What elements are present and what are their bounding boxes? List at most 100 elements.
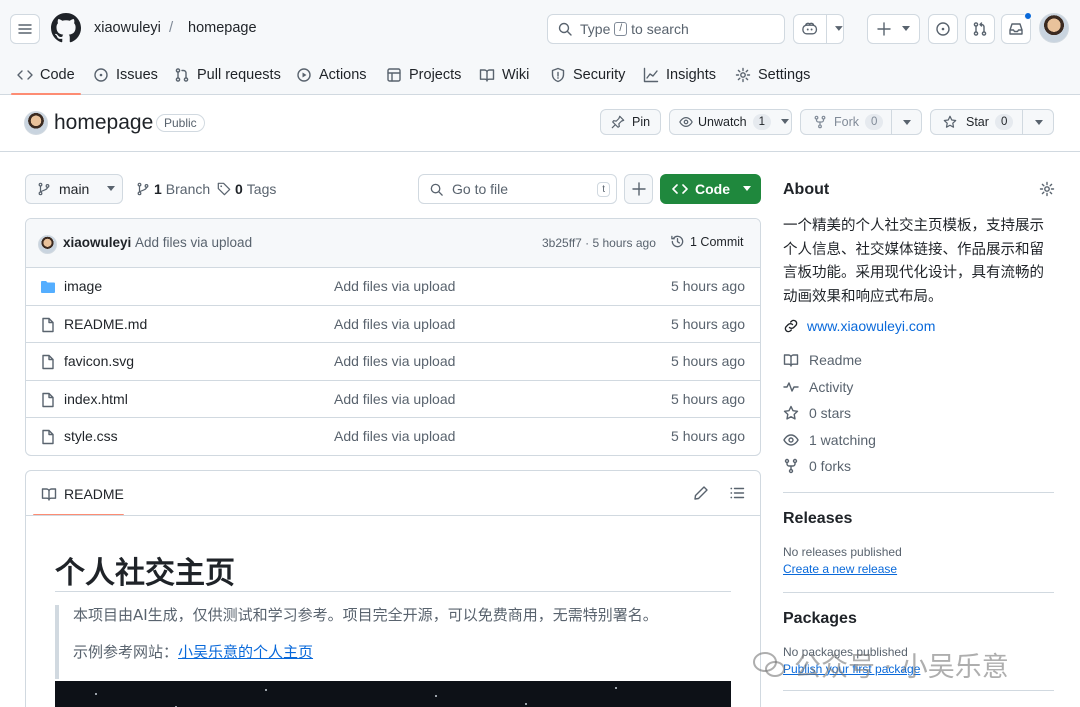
code-button-label: Code bbox=[695, 181, 730, 197]
tab-code[interactable]: Code bbox=[11, 55, 81, 95]
commits-link[interactable]: 1 Commit bbox=[670, 234, 743, 249]
pulse-icon bbox=[783, 382, 799, 392]
about-title: About bbox=[783, 181, 830, 198]
outline-button[interactable] bbox=[729, 485, 745, 501]
tab-actions-label: Actions bbox=[319, 67, 367, 83]
file-icon bbox=[42, 430, 54, 445]
create-new-button[interactable] bbox=[867, 14, 920, 44]
file-row[interactable]: index.html Add files via upload 5 hours ag… bbox=[26, 381, 760, 419]
tab-pull-requests[interactable]: Pull requests bbox=[174, 55, 281, 95]
unwatch-button[interactable]: Unwatch 1 bbox=[669, 109, 792, 135]
branch-selector[interactable]: main bbox=[25, 174, 123, 204]
tab-insights-label: Insights bbox=[666, 67, 716, 83]
plus-icon bbox=[877, 22, 891, 36]
file-icon bbox=[42, 392, 54, 407]
activity-link[interactable]: Activity bbox=[783, 379, 853, 395]
readme-link[interactable]: Readme bbox=[783, 352, 862, 368]
watermark: 公众号 · 小吴乐意 bbox=[752, 645, 1009, 684]
readme-panel: README 个人社交主页 本项目由AI生成，仅供测试和学习参考。项目完全开源，… bbox=[25, 470, 761, 707]
stars-link[interactable]: 0 stars bbox=[783, 405, 851, 421]
menu-button[interactable] bbox=[10, 14, 40, 44]
pull-requests-button[interactable] bbox=[965, 14, 995, 44]
fork-button[interactable]: Fork 0 bbox=[800, 109, 922, 135]
website-link[interactable]: www.xiaowuleyi.com bbox=[783, 318, 935, 334]
file-name[interactable]: image bbox=[64, 278, 102, 294]
file-name[interactable]: index.html bbox=[64, 391, 128, 407]
watermark-text: 公众号 · 小吴乐意 bbox=[794, 652, 1009, 683]
tab-insights[interactable]: Insights bbox=[643, 55, 716, 95]
github-logo-icon[interactable] bbox=[51, 13, 81, 43]
commit-message[interactable]: Add files via upload bbox=[135, 235, 252, 250]
issues-button[interactable] bbox=[928, 14, 958, 44]
tab-issues[interactable]: Issues bbox=[93, 55, 158, 95]
latest-commit-bar: xiaowuleyi Add files via upload 3b25ff7 … bbox=[26, 219, 760, 268]
file-row[interactable]: image Add files via upload 5 hours ago bbox=[26, 268, 760, 306]
file-row[interactable]: style.css Add files via upload 5 hours ago bbox=[26, 418, 760, 455]
commit-author[interactable]: xiaowuleyi bbox=[63, 235, 131, 250]
chevron-down-icon bbox=[903, 120, 911, 125]
file-commit-message[interactable]: Add files via upload bbox=[334, 428, 455, 444]
star-icon bbox=[943, 115, 957, 128]
create-release-link[interactable]: Create a new release bbox=[783, 562, 897, 576]
repo-forked-icon bbox=[814, 115, 826, 129]
file-name[interactable]: favicon.svg bbox=[64, 353, 134, 369]
watchers-link[interactable]: 1 watching bbox=[783, 432, 876, 448]
chevron-down-icon bbox=[743, 186, 751, 191]
tab-pull-requests-label: Pull requests bbox=[197, 67, 281, 83]
branch-count: 1 bbox=[154, 181, 162, 197]
commit-hash-time[interactable]: 3b25ff7 · 5 hours ago bbox=[542, 236, 656, 250]
file-row[interactable]: favicon.svg Add files via upload 5 hours a… bbox=[26, 343, 760, 381]
packages-title[interactable]: Packages bbox=[783, 610, 857, 628]
tab-settings[interactable]: Settings bbox=[735, 55, 810, 95]
quote-line-2: 示例参考网站：小吴乐意的个人主页 bbox=[73, 642, 731, 662]
file-commit-message[interactable]: Add files via upload bbox=[334, 353, 455, 369]
tab-wiki[interactable]: Wiki bbox=[479, 55, 529, 95]
file-row[interactable]: README.md Add files via upload 5 hours ago bbox=[26, 306, 760, 344]
code-icon bbox=[672, 184, 688, 194]
go-to-file-input[interactable]: Go to file t bbox=[418, 174, 617, 204]
copilot-button[interactable] bbox=[793, 14, 844, 44]
edit-readme-button[interactable] bbox=[693, 485, 709, 501]
tag-icon bbox=[217, 182, 231, 196]
gear-icon bbox=[735, 67, 751, 83]
visibility-badge: Public bbox=[156, 114, 205, 132]
file-icon bbox=[42, 354, 54, 370]
pin-label: Pin bbox=[632, 115, 651, 129]
forks-link[interactable]: 0 forks bbox=[783, 458, 851, 474]
edit-about-button[interactable] bbox=[1039, 181, 1055, 197]
repo-title[interactable]: homepage bbox=[54, 111, 153, 135]
tab-projects[interactable]: Projects bbox=[386, 55, 461, 95]
branch-label: Branch bbox=[165, 181, 211, 197]
add-file-button[interactable] bbox=[624, 174, 653, 204]
plus-icon bbox=[631, 182, 646, 196]
branches-link[interactable]: 1 Branch bbox=[136, 181, 210, 197]
file-commit-message[interactable]: Add files via upload bbox=[334, 391, 455, 407]
tab-security-label: Security bbox=[573, 67, 626, 83]
quote-line-2-prefix: 示例参考网站： bbox=[73, 643, 179, 661]
tags-link[interactable]: 0 Tags bbox=[217, 181, 276, 197]
repo-link[interactable]: homepage bbox=[188, 20, 257, 36]
file-name[interactable]: README.md bbox=[64, 316, 147, 332]
file-commit-message[interactable]: Add files via upload bbox=[334, 316, 455, 332]
readme-tab[interactable]: README bbox=[41, 486, 124, 502]
file-name[interactable]: style.css bbox=[64, 428, 118, 444]
example-site-link[interactable]: 小吴乐意的个人主页 bbox=[178, 643, 313, 661]
tab-security[interactable]: Security bbox=[550, 55, 625, 95]
tab-actions[interactable]: Actions bbox=[296, 55, 367, 95]
owner-link[interactable]: xiaowuleyi bbox=[94, 20, 161, 36]
gear-icon bbox=[1039, 181, 1055, 197]
commit-author-avatar[interactable] bbox=[38, 235, 57, 254]
chevron-down-icon bbox=[902, 26, 910, 31]
user-avatar[interactable] bbox=[1039, 13, 1069, 43]
search-input[interactable]: Type / to search bbox=[547, 14, 785, 44]
pin-button[interactable]: Pin bbox=[600, 109, 661, 135]
file-commit-message[interactable]: Add files via upload bbox=[334, 278, 455, 294]
releases-title[interactable]: Releases bbox=[783, 510, 852, 528]
search-shortcut-key: / bbox=[614, 22, 628, 36]
readme-tab-label: README bbox=[64, 486, 124, 502]
star-button[interactable]: Star 0 bbox=[930, 109, 1054, 135]
code-dropdown-button[interactable]: Code bbox=[660, 174, 761, 204]
folder-icon bbox=[41, 281, 55, 293]
pin-icon bbox=[611, 115, 625, 129]
search-suffix: to search bbox=[631, 21, 689, 37]
